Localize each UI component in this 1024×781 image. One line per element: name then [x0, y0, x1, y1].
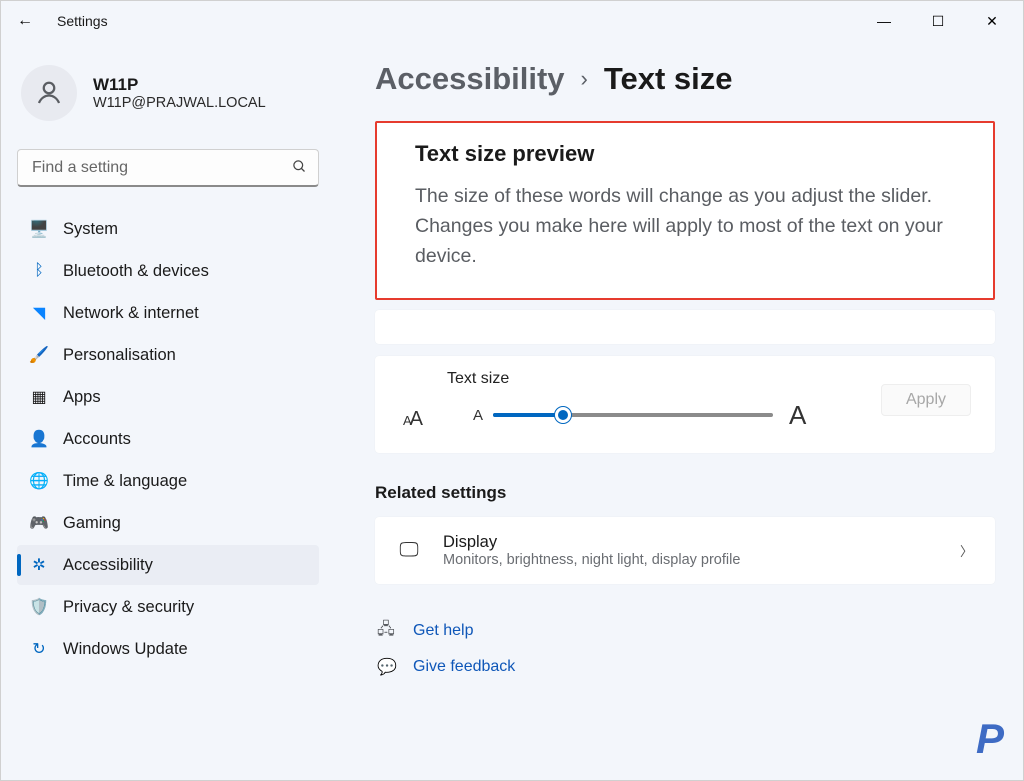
preview-body: The size of these words will change as y… [415, 181, 971, 272]
back-arrow-icon[interactable]: ← [9, 8, 41, 34]
sidebar-item-label: Apps [63, 388, 101, 407]
maximize-button[interactable]: ☐ [915, 5, 961, 37]
bluetooth-icon: ᛒ [29, 262, 49, 280]
sidebar-item-apps[interactable]: ▦ Apps [17, 377, 319, 417]
sidebar-item-personalisation[interactable]: 🖌️ Personalisation [17, 335, 319, 375]
avatar [21, 65, 77, 121]
sidebar-item-label: Windows Update [63, 640, 188, 659]
sidebar-item-accounts[interactable]: 👤 Accounts [17, 419, 319, 459]
apps-icon: ▦ [29, 387, 49, 407]
chevron-right-icon: › [581, 66, 588, 92]
spacer-card [375, 310, 995, 344]
person-icon: 👤 [29, 429, 49, 449]
text-size-preview-card: Text size preview The size of these word… [375, 121, 995, 300]
sidebar-item-accessibility[interactable]: ✲ Accessibility [17, 545, 319, 585]
related-subtitle: Monitors, brightness, night light, displ… [443, 552, 740, 568]
slider-max-icon: A [789, 400, 806, 431]
sidebar-item-gaming[interactable]: 🎮 Gaming [17, 503, 319, 543]
breadcrumb: Accessibility › Text size [375, 61, 995, 97]
sidebar-item-label: Accounts [63, 430, 131, 449]
give-feedback-link[interactable]: 💬 Give feedback [375, 651, 995, 683]
account-name: W11P [93, 75, 266, 95]
window-title: Settings [57, 13, 108, 29]
update-icon: ↻ [29, 639, 49, 659]
page-title: Text size [604, 61, 733, 97]
sidebar-item-label: Bluetooth & devices [63, 262, 209, 281]
sidebar-item-label: Gaming [63, 514, 121, 533]
related-title: Display [443, 533, 740, 552]
sidebar: W11P W11P@PRAJWAL.LOCAL 🖥️ System ᛒ Blueto… [1, 41, 331, 780]
wifi-icon: ◥ [29, 303, 49, 323]
sidebar-item-label: Network & internet [63, 304, 199, 323]
sidebar-item-system[interactable]: 🖥️ System [17, 209, 319, 249]
slider-label: Text size [447, 370, 806, 388]
preview-title: Text size preview [415, 141, 971, 167]
slider-thumb[interactable] [555, 407, 571, 423]
titlebar: ← Settings ― ☐ ✕ [1, 1, 1023, 41]
apply-button[interactable]: Apply [881, 384, 971, 416]
close-button[interactable]: ✕ [969, 5, 1015, 37]
sidebar-item-bluetooth[interactable]: ᛒ Bluetooth & devices [17, 251, 319, 291]
gamepad-icon: 🎮 [29, 513, 49, 533]
help-icon: 🖧 [377, 618, 399, 645]
sidebar-item-label: System [63, 220, 118, 239]
search-icon [292, 159, 307, 177]
watermark-logo: P [976, 715, 1002, 763]
text-size-slider-card: Text size AA A A Apply [375, 356, 995, 453]
text-size-icon: AA [403, 408, 423, 431]
feedback-icon: 💬 [377, 657, 399, 677]
chevron-right-icon: 〉 [960, 541, 973, 560]
sidebar-item-network[interactable]: ◥ Network & internet [17, 293, 319, 333]
content-area: Accessibility › Text size Text size prev… [331, 41, 1023, 780]
sidebar-item-label: Accessibility [63, 556, 153, 575]
paintbrush-icon: 🖌️ [29, 345, 49, 365]
sidebar-item-privacy[interactable]: 🛡️ Privacy & security [17, 587, 319, 627]
related-display-card[interactable]: 🖵 Display Monitors, brightness, night li… [375, 517, 995, 584]
shield-icon: 🛡️ [29, 597, 49, 617]
slider-min-icon: A [473, 407, 483, 424]
give-feedback-label: Give feedback [413, 658, 515, 676]
related-settings-heading: Related settings [375, 483, 995, 503]
sidebar-item-label: Time & language [63, 472, 187, 491]
minimize-button[interactable]: ― [861, 5, 907, 37]
account-email: W11P@PRAJWAL.LOCAL [93, 95, 266, 111]
account-block[interactable]: W11P W11P@PRAJWAL.LOCAL [17, 57, 319, 145]
search-input[interactable] [17, 149, 319, 187]
breadcrumb-parent[interactable]: Accessibility [375, 61, 565, 97]
display-icon: 🖵 [397, 539, 421, 562]
get-help-link[interactable]: 🖧 Get help [375, 612, 995, 651]
sidebar-item-update[interactable]: ↻ Windows Update [17, 629, 319, 669]
sidebar-item-label: Personalisation [63, 346, 176, 365]
sidebar-item-label: Privacy & security [63, 598, 194, 617]
system-icon: 🖥️ [29, 219, 49, 239]
sidebar-item-time[interactable]: 🌐 Time & language [17, 461, 319, 501]
accessibility-icon: ✲ [29, 555, 49, 575]
text-size-slider[interactable] [493, 406, 773, 424]
globe-icon: 🌐 [29, 471, 49, 491]
get-help-label: Get help [413, 622, 473, 640]
